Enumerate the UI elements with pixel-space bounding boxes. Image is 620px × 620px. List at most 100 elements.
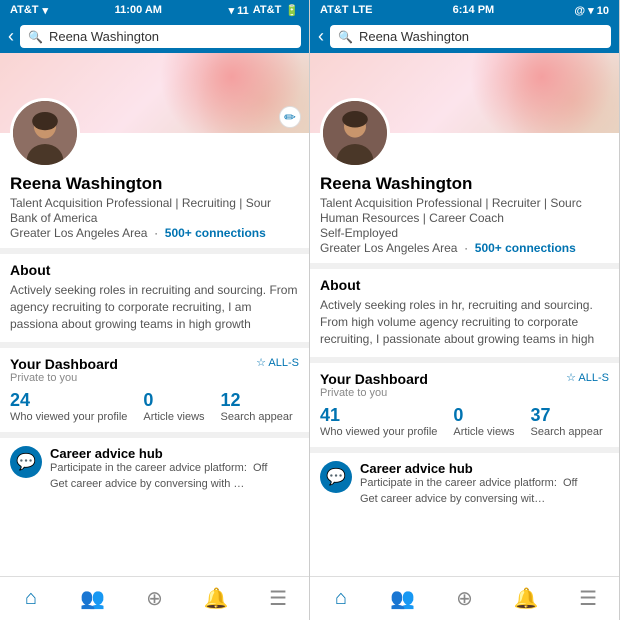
right-allstar-badge: ☆ ALL-S <box>566 371 609 384</box>
left-home-icon: ⌂ <box>25 587 37 610</box>
left-post-icon: ⊕ <box>146 586 163 611</box>
left-signal: ▾ 11 <box>229 4 249 17</box>
right-battery: @ ▾ 10 <box>574 4 609 17</box>
right-dashboard-title: Your Dashboard <box>320 371 428 387</box>
right-search-icon: 🔍 <box>338 30 353 44</box>
right-status-bar: AT&T LTE 6:14 PM @ ▾ 10 <box>310 0 619 20</box>
right-carrier: AT&T <box>320 4 349 16</box>
right-stat-articles[interactable]: 0 Article views <box>453 405 514 439</box>
left-avatar-section <box>10 98 309 168</box>
right-career-title: Career advice hub <box>360 461 577 476</box>
left-profile-section: Reena Washington Talent Acquisition Prof… <box>0 172 309 248</box>
right-avatar[interactable] <box>320 98 390 168</box>
right-connections-link[interactable]: 500+ connections <box>475 241 576 255</box>
right-avatar-section <box>320 98 619 168</box>
left-nav-network[interactable]: 👥 <box>62 586 124 611</box>
left-dashboard-subtitle: Private to you <box>10 372 118 384</box>
right-stat-articles-number: 0 <box>453 405 514 426</box>
left-connections-link[interactable]: 500+ connections <box>165 226 266 240</box>
right-nav-notifications[interactable]: 🔔 <box>495 586 557 611</box>
right-career-subtitle: Participate in the career advice platfor… <box>360 477 577 489</box>
left-network-icon: 👥 <box>80 586 105 611</box>
right-profile-headline2: Human Resources | Career Coach <box>320 211 609 225</box>
right-stat-searches-number: 37 <box>531 405 603 426</box>
left-career-section: 💬 Career advice hub Participate in the c… <box>0 438 309 500</box>
right-time: 6:14 PM <box>453 4 495 16</box>
left-about-section: About Actively seeking roles in recruiti… <box>0 254 309 342</box>
left-career-content: Career advice hub Participate in the car… <box>50 446 267 492</box>
right-profile-company: Self-Employed <box>320 226 609 240</box>
right-career-icon: 💬 <box>320 461 352 493</box>
right-dashboard-section: Your Dashboard Private to you ☆ ALL-S 41… <box>310 363 619 447</box>
left-dashboard-title-wrap: Your Dashboard Private to you <box>10 356 118 384</box>
right-lte: LTE <box>353 4 373 16</box>
left-scroll-content: ✏ Reena Washington Talent Acquisiti <box>0 53 309 576</box>
left-profile-name: Reena Washington <box>10 174 299 194</box>
left-profile-location: Greater Los Angeles Area · 500+ connecti… <box>10 226 299 240</box>
left-stat-articles[interactable]: 0 Article views <box>143 390 204 424</box>
right-stat-searches[interactable]: 37 Search appear <box>531 405 603 439</box>
left-menu-icon: ☰ <box>269 586 287 611</box>
left-stat-searches-label: Search appear <box>221 411 293 424</box>
left-battery-icon: 🔋 <box>285 4 299 17</box>
right-nav-network[interactable]: 👥 <box>372 586 434 611</box>
left-avatar[interactable] <box>10 98 80 168</box>
right-dashboard-stats: 41 Who viewed your profile 0 Article vie… <box>320 405 609 439</box>
right-stat-views[interactable]: 41 Who viewed your profile <box>320 405 437 439</box>
left-dashboard-section: Your Dashboard Private to you ☆ ALL-S 24… <box>0 348 309 432</box>
right-dashboard-title-wrap: Your Dashboard Private to you <box>320 371 428 399</box>
left-toggle-label: Off <box>253 462 267 474</box>
left-carrier: AT&T <box>10 4 39 16</box>
right-scroll-content: Reena Washington Talent Acquisition Prof… <box>310 53 619 576</box>
right-see-more[interactable]: ...see <box>359 348 388 349</box>
right-post-icon: ⊕ <box>456 586 473 611</box>
left-stat-views-label: Who viewed your profile <box>10 411 127 424</box>
left-stat-views[interactable]: 24 Who viewed your profile <box>10 390 127 424</box>
left-search-input-wrap[interactable]: 🔍 Reena Washington <box>20 25 301 48</box>
right-network-icon: 👥 <box>390 586 415 611</box>
left-nav-post[interactable]: ⊕ <box>124 586 186 611</box>
left-see-more[interactable]: ...see <box>65 333 94 334</box>
left-career-desc: Get career advice by conversing with oth… <box>50 477 250 492</box>
right-career-desc: Get career advice by conversing with oth… <box>360 492 550 507</box>
left-nav-notifications[interactable]: 🔔 <box>185 586 247 611</box>
right-nav-home[interactable]: ⌂ <box>310 587 372 610</box>
device-container: AT&T ▾ 11:00 AM ▾ 11 AT&T 🔋 ‹ 🔍 Reena Wa… <box>0 0 620 620</box>
left-phone-panel: AT&T ▾ 11:00 AM ▾ 11 AT&T 🔋 ‹ 🔍 Reena Wa… <box>0 0 310 620</box>
right-dashboard-subtitle: Private to you <box>320 387 428 399</box>
right-search-text: Reena Washington <box>359 29 469 44</box>
right-status-right: @ ▾ 10 <box>574 4 609 17</box>
right-nav-menu[interactable]: ☰ <box>557 586 619 611</box>
right-about-title: About <box>320 277 609 293</box>
left-stat-searches-number: 12 <box>221 390 293 411</box>
left-search-bar: ‹ 🔍 Reena Washington <box>0 20 309 53</box>
right-search-input-wrap[interactable]: 🔍 Reena Washington <box>330 25 611 48</box>
left-bottom-nav: ⌂ 👥 ⊕ 🔔 ☰ <box>0 576 309 620</box>
right-home-icon: ⌂ <box>335 587 347 610</box>
right-stat-articles-label: Article views <box>453 426 514 439</box>
left-career-title: Career advice hub <box>50 446 267 461</box>
right-profile-location: Greater Los Angeles Area · 500+ connecti… <box>320 241 609 255</box>
right-nav-post[interactable]: ⊕ <box>434 586 496 611</box>
left-nav-menu[interactable]: ☰ <box>247 586 309 611</box>
left-search-icon: 🔍 <box>28 30 43 44</box>
left-career-subtitle: Participate in the career advice platfor… <box>50 462 267 474</box>
right-about-section: About Actively seeking roles in hr, recr… <box>310 269 619 357</box>
left-status-bar: AT&T ▾ 11:00 AM ▾ 11 AT&T 🔋 <box>0 0 309 20</box>
right-search-bar: ‹ 🔍 Reena Washington <box>310 20 619 53</box>
right-notifications-icon: 🔔 <box>514 586 539 611</box>
right-location-text: Greater Los Angeles Area <box>320 241 457 255</box>
left-search-text: Reena Washington <box>49 29 159 44</box>
right-dashboard-header: Your Dashboard Private to you ☆ ALL-S <box>320 371 609 399</box>
left-back-button[interactable]: ‹ <box>8 26 14 47</box>
left-about-title: About <box>10 262 299 278</box>
right-back-button[interactable]: ‹ <box>318 26 324 47</box>
left-stat-searches[interactable]: 12 Search appear <box>221 390 293 424</box>
left-wifi-icon: ▾ <box>43 4 49 17</box>
right-career-content: Career advice hub Participate in the car… <box>360 461 577 507</box>
right-stat-views-label: Who viewed your profile <box>320 426 437 439</box>
left-notifications-icon: 🔔 <box>204 586 229 611</box>
left-location-text: Greater Los Angeles Area <box>10 226 147 240</box>
right-career-section: 💬 Career advice hub Participate in the c… <box>310 453 619 515</box>
left-nav-home[interactable]: ⌂ <box>0 587 62 610</box>
